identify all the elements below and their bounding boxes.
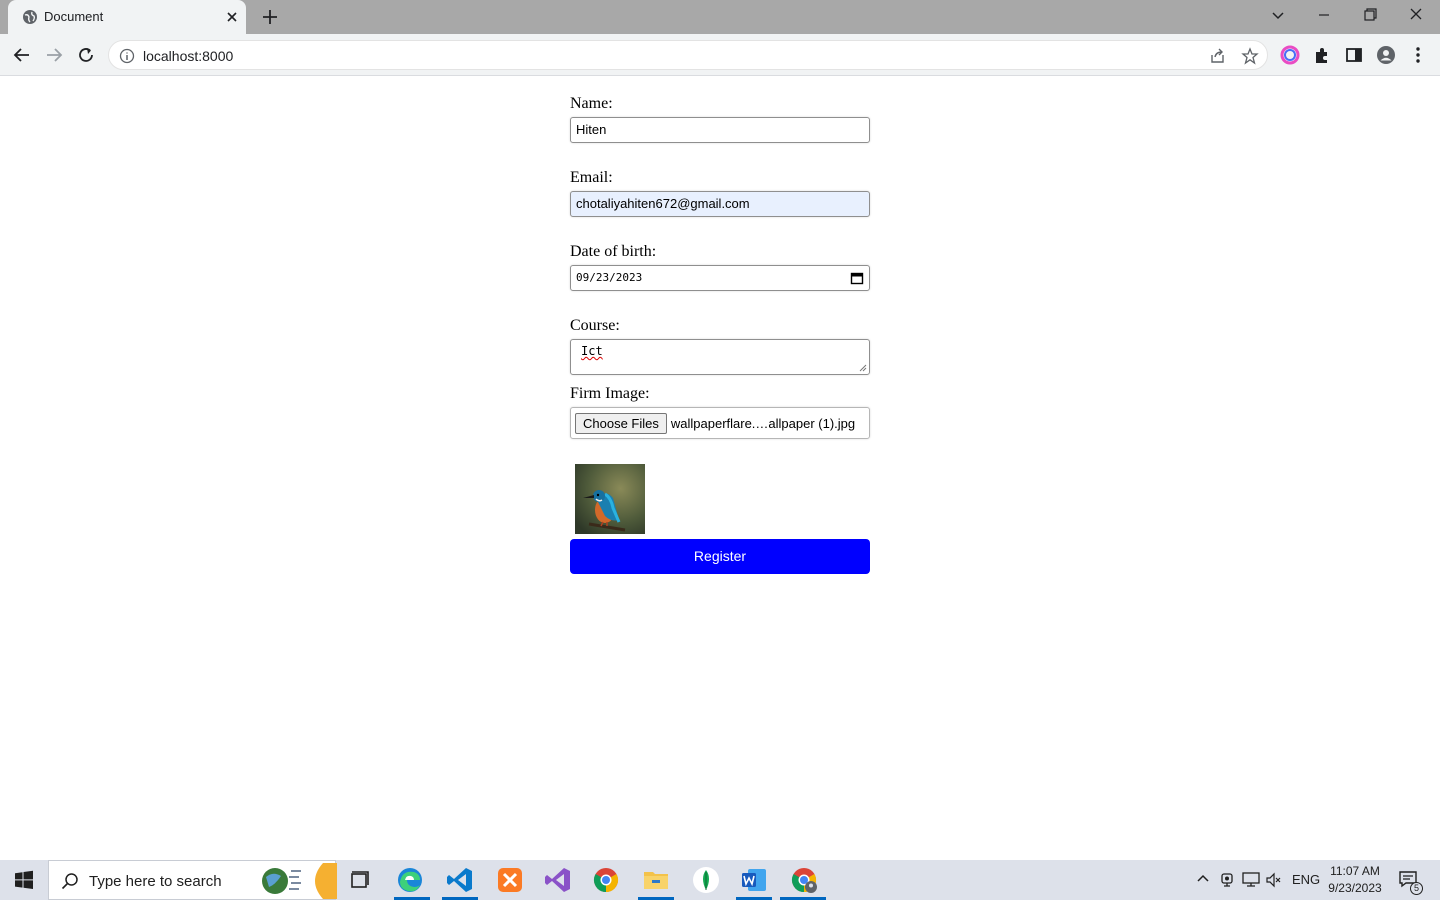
profile-avatar-icon[interactable] xyxy=(1376,45,1396,65)
tab-strip: Document xyxy=(0,0,1440,34)
info-icon[interactable] xyxy=(119,48,135,64)
browser-tab[interactable]: Document xyxy=(8,0,246,34)
chrome-profile-icon[interactable] xyxy=(790,866,818,894)
task-view-icon[interactable] xyxy=(346,866,374,894)
address-bar[interactable]: localhost:8000 xyxy=(108,40,1268,70)
word-icon[interactable] xyxy=(740,866,768,894)
meet-now-icon[interactable] xyxy=(1220,872,1234,888)
registration-form: Name: Hiten Email: chotaliyahiten672@gma… xyxy=(570,94,870,574)
choose-files-button[interactable]: Choose Files xyxy=(575,412,667,434)
share-icon[interactable] xyxy=(1209,47,1227,65)
course-textarea[interactable]: Ict xyxy=(570,339,870,375)
windows-taskbar: Type here to search ENG 11:07 AM 9/23/20… xyxy=(0,860,1440,900)
windows-start-icon[interactable] xyxy=(14,870,34,890)
chrome-icon[interactable] xyxy=(592,866,620,894)
resize-grip-icon[interactable] xyxy=(859,364,867,372)
kingfisher-preview-image xyxy=(575,464,645,534)
xampp-icon[interactable] xyxy=(496,866,524,894)
side-panel-icon[interactable] xyxy=(1344,45,1364,65)
register-button[interactable]: Register xyxy=(570,539,870,574)
clock-date: 9/23/2023 xyxy=(1328,881,1382,895)
email-label: Email: xyxy=(570,169,613,186)
color-extension-icon[interactable] xyxy=(1280,45,1300,65)
back-icon[interactable] xyxy=(12,45,32,65)
name-input[interactable]: Hiten xyxy=(570,117,870,143)
firm-image-file-input[interactable]: Choose Files wallpaperflare.…allpaper (1… xyxy=(570,407,870,439)
show-hidden-icons-icon[interactable] xyxy=(1196,872,1210,886)
reload-icon[interactable] xyxy=(76,45,96,65)
url-text: localhost:8000 xyxy=(143,48,234,64)
forward-icon[interactable] xyxy=(44,45,64,65)
browser-toolbar: localhost:8000 xyxy=(0,34,1440,76)
firm-image-label: Firm Image: xyxy=(570,385,650,402)
page-content: Name: Hiten Email: chotaliyahiten672@gma… xyxy=(0,77,1440,860)
course-label: Course: xyxy=(570,317,620,334)
search-placeholder: Type here to search xyxy=(89,873,222,890)
selected-file-name: wallpaperflare.…allpaper (1).jpg xyxy=(670,415,856,431)
bookmark-star-icon[interactable] xyxy=(1241,47,1259,65)
name-label: Name: xyxy=(570,95,613,112)
dob-input[interactable]: 09/23/2023 xyxy=(570,265,870,291)
vscode-icon[interactable] xyxy=(446,866,474,894)
taskbar-clock[interactable]: 11:07 AM 9/23/2023 xyxy=(1324,863,1386,897)
visual-studio-icon[interactable] xyxy=(544,866,572,894)
file-explorer-icon[interactable] xyxy=(642,866,670,894)
search-highlight-illustration-icon xyxy=(262,863,337,899)
search-icon xyxy=(61,873,78,890)
edge-icon[interactable] xyxy=(396,866,424,894)
close-window-icon[interactable] xyxy=(1404,5,1428,25)
globe-icon xyxy=(23,10,37,24)
close-tab-icon[interactable] xyxy=(224,9,240,25)
email-input[interactable]: chotaliyahiten672@gmail.com xyxy=(570,191,870,217)
network-icon[interactable] xyxy=(1242,872,1260,888)
speaker-muted-icon[interactable] xyxy=(1266,872,1282,888)
tab-search-icon[interactable] xyxy=(1266,5,1290,25)
dob-label: Date of birth: xyxy=(570,243,657,260)
language-indicator[interactable]: ENG xyxy=(1292,872,1320,887)
tab-title: Document xyxy=(44,9,104,24)
calendar-icon[interactable] xyxy=(850,271,864,285)
extensions-icon[interactable] xyxy=(1312,45,1332,65)
minimize-icon[interactable] xyxy=(1312,5,1336,25)
notification-count-badge: 5 xyxy=(1410,882,1423,895)
restore-icon[interactable] xyxy=(1358,5,1382,25)
notification-center[interactable]: 5 xyxy=(1398,869,1423,895)
taskbar-search[interactable]: Type here to search xyxy=(48,860,337,900)
clock-time: 11:07 AM xyxy=(1330,864,1380,878)
menu-kebab-icon[interactable] xyxy=(1408,45,1428,65)
mongodb-compass-icon[interactable] xyxy=(692,866,720,894)
new-tab-icon[interactable] xyxy=(260,7,280,27)
dob-value: 09/23/2023 xyxy=(576,271,643,284)
course-value: Ict xyxy=(581,344,603,358)
